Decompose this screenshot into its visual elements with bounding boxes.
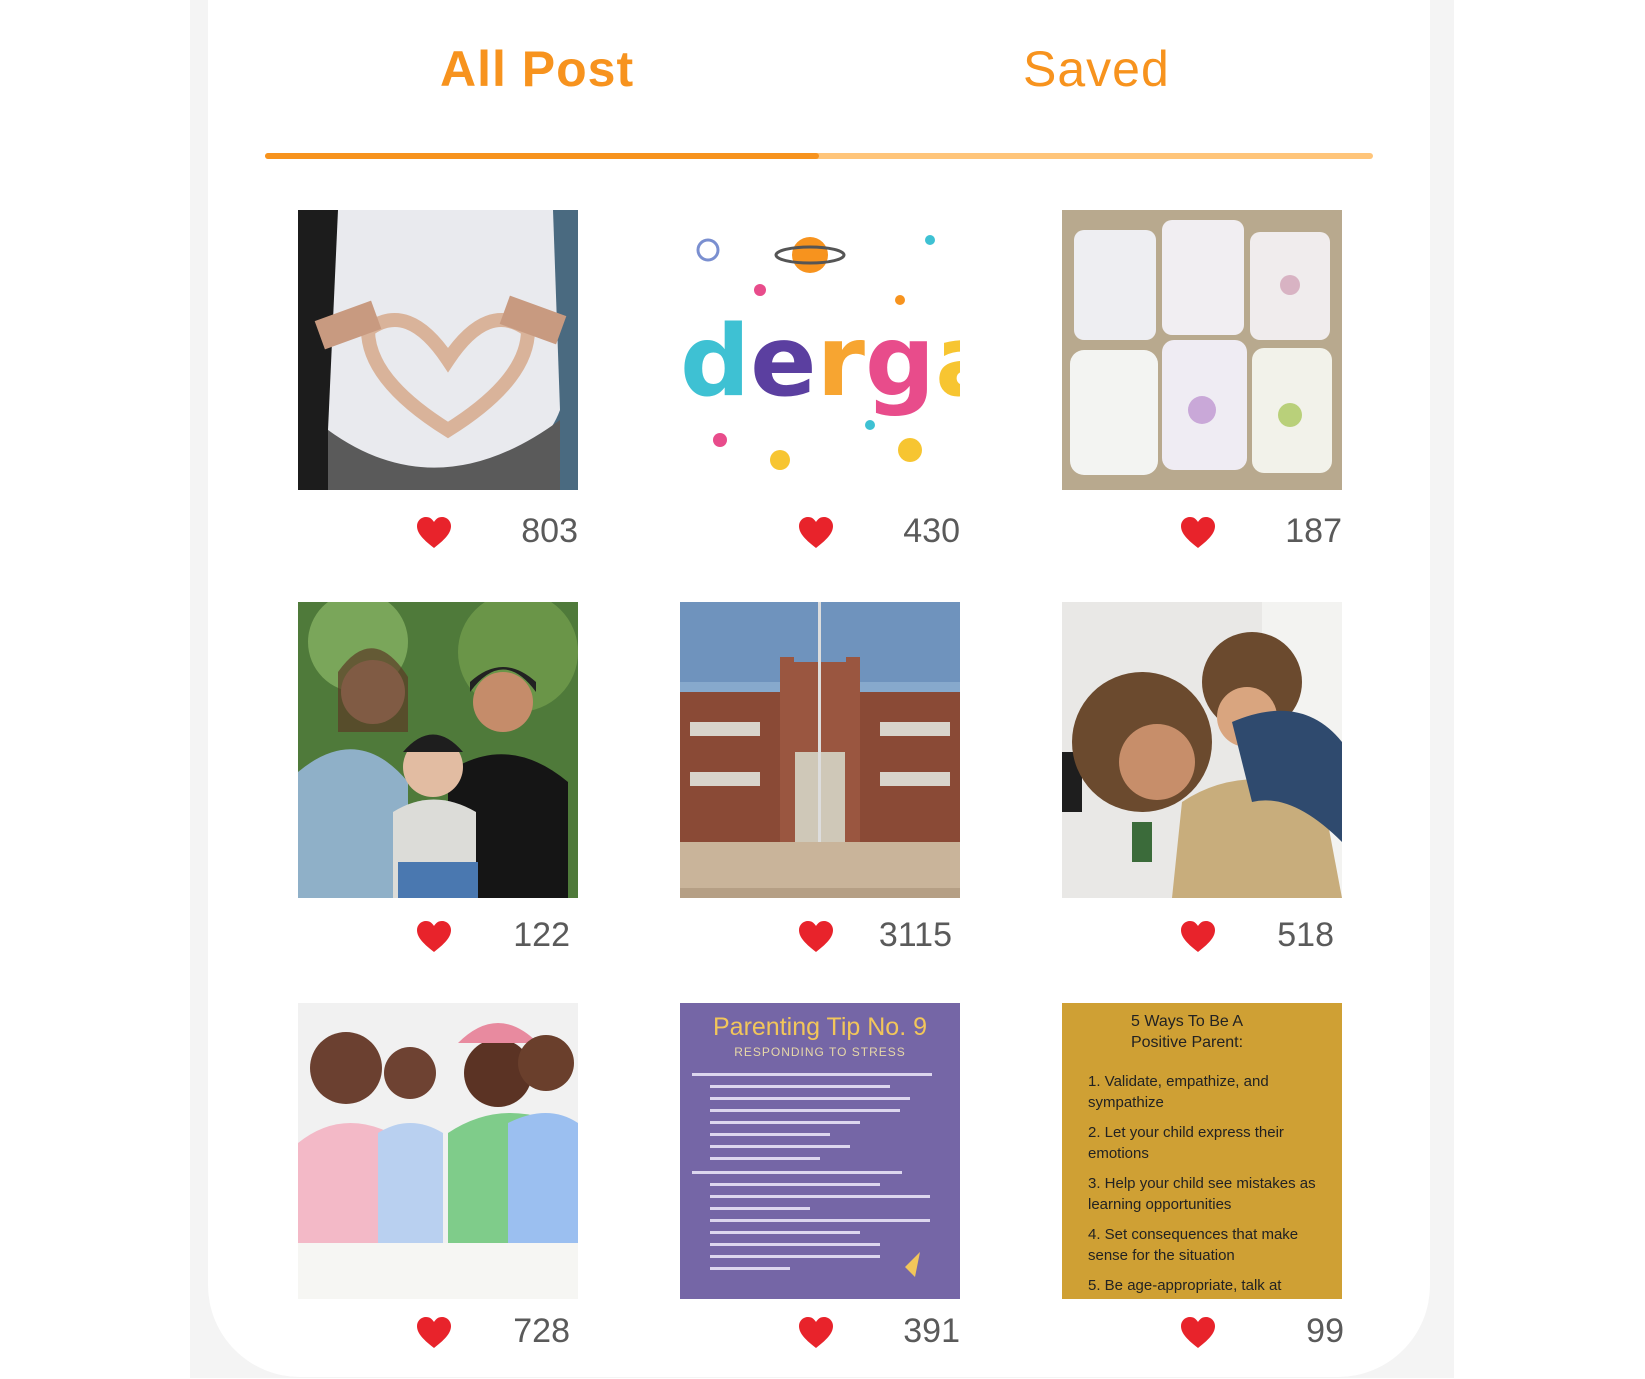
like-count: 99 [1306,1312,1344,1350]
like-count: 391 [903,1312,960,1350]
post-image[interactable] [298,1003,578,1299]
post-image[interactable] [298,602,578,898]
poster-body-lines [692,1073,932,1277]
heart-icon[interactable] [1180,1316,1216,1350]
heart-icon[interactable] [416,516,452,550]
heart-icon[interactable] [416,920,452,954]
heart-icon[interactable] [798,1316,834,1350]
poster-title: 5 Ways To Be A Positive Parent: [1130,1013,1244,1051]
post-image[interactable] [680,602,960,898]
heart-icon[interactable] [798,516,834,550]
like-count: 803 [521,512,578,550]
like-count: 518 [1277,916,1334,954]
tab-saved[interactable]: Saved [1023,40,1170,98]
lettering-text: dergar [680,305,960,419]
poster-item: 4. Set consequences that make sense for … [1088,1226,1299,1264]
like-row: 728 [298,1308,578,1358]
heart-icon[interactable] [1180,516,1216,550]
like-count: 430 [903,512,960,550]
heart-icon[interactable] [798,920,834,954]
poster-title: Parenting Tip No. 9 [712,1013,927,1041]
like-row: 803 [298,508,578,558]
post-image[interactable]: 5 Ways To Be A Positive Parent: 1. Valid… [1062,1003,1342,1299]
post-image[interactable]: dergar [680,210,960,490]
like-row: 391 [680,1308,960,1358]
heart-icon[interactable] [416,1316,452,1350]
like-row: 3115 [680,912,960,962]
like-row: 99 [1062,1308,1344,1358]
like-row: 430 [680,508,960,558]
like-row: 122 [298,912,578,962]
like-row: 518 [1062,912,1342,962]
poster-item: 1. Validate, empathize, and sympathize [1088,1073,1269,1111]
post-image[interactable]: Parenting Tip No. 9 RESPONDING TO STRESS [680,1003,960,1299]
heart-icon[interactable] [1180,920,1216,954]
like-count: 3115 [878,916,952,954]
poster-item: 3. Help your child see mistakes as learn… [1088,1175,1316,1213]
post-image[interactable] [1062,210,1342,490]
poster-subtitle: RESPONDING TO STRESS [734,1045,906,1059]
like-row: 187 [1062,508,1342,558]
like-count: 728 [513,1312,570,1350]
post-tabs: All Post Saved [265,0,1373,160]
like-count: 187 [1285,512,1342,550]
poster-item: 5. Be age-appropriate, talk at [1088,1277,1282,1294]
post-image[interactable] [298,210,578,490]
post-image[interactable] [1062,602,1342,898]
active-tab-indicator [265,153,819,159]
poster-item: 2. Let your child express their emotions [1088,1124,1284,1162]
like-count: 122 [513,916,570,954]
tab-all-post[interactable]: All Post [440,40,634,98]
